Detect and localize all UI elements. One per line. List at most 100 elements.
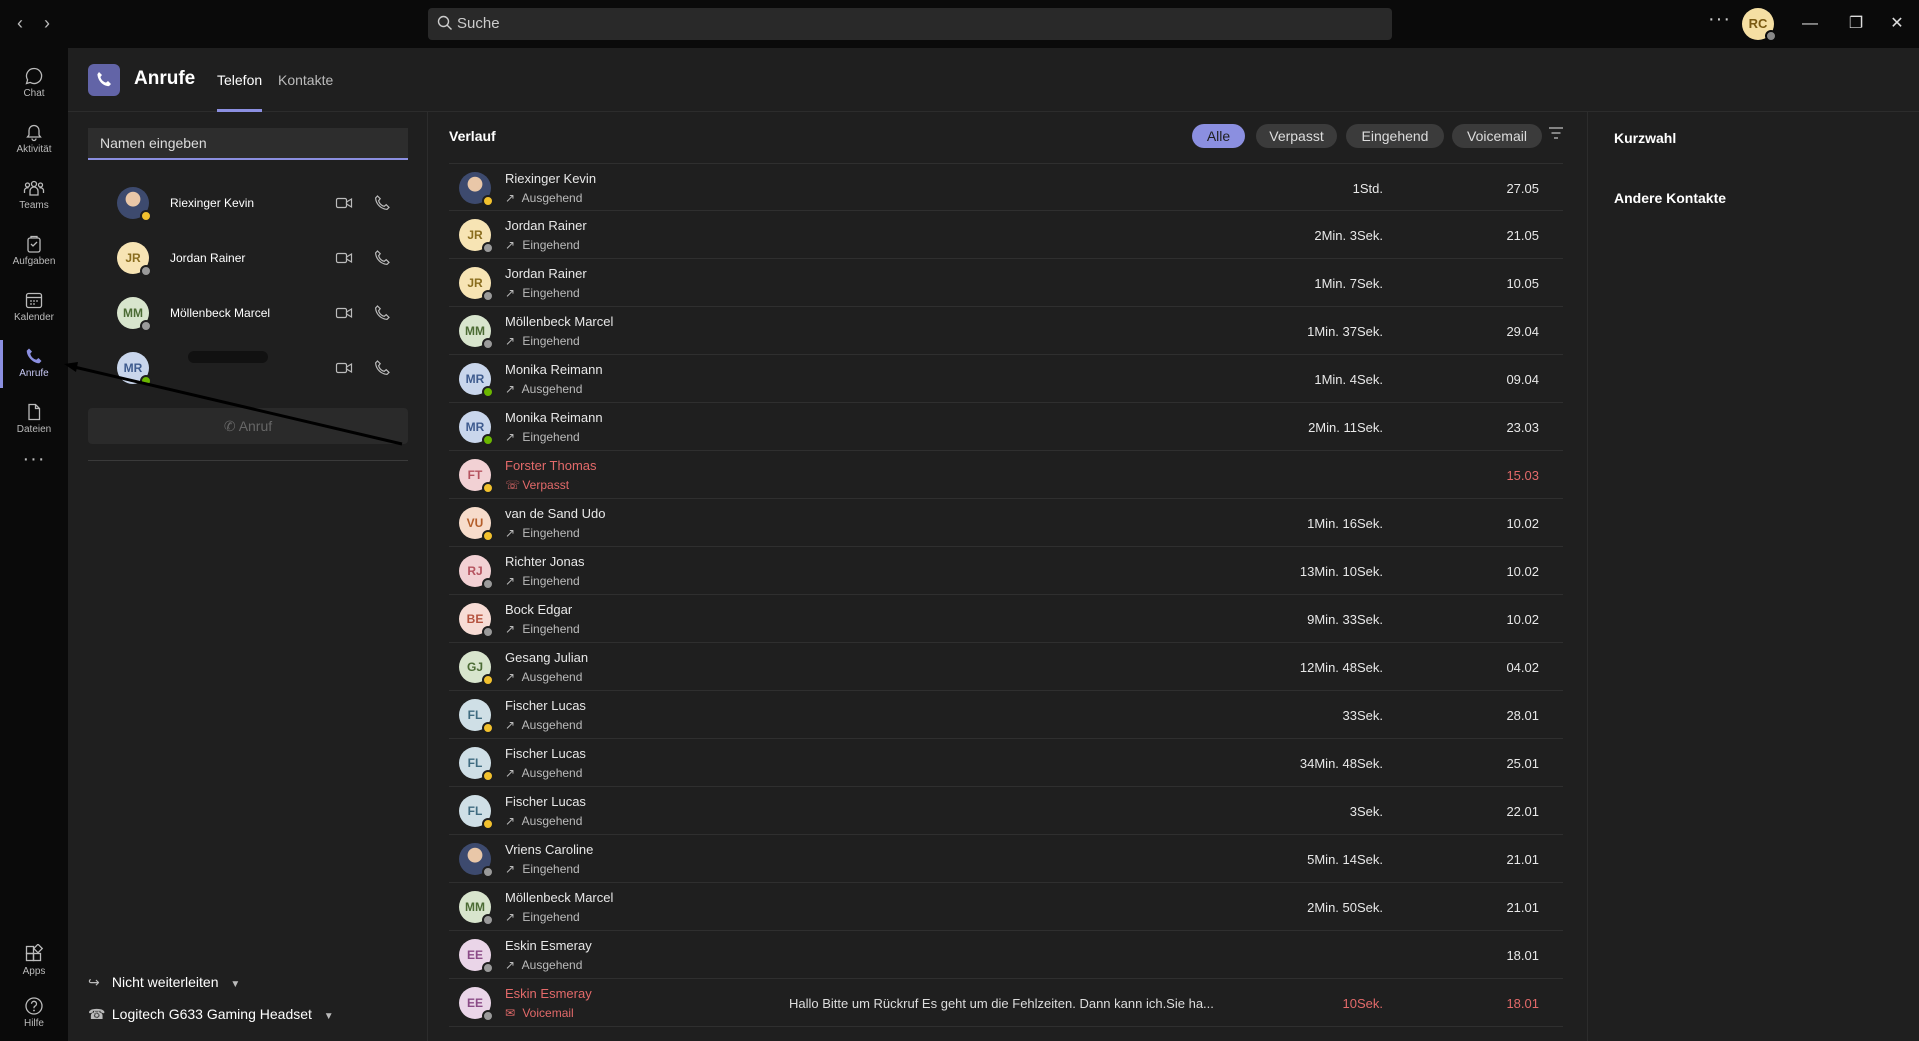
presence-dot — [482, 962, 494, 974]
speed-dial-item[interactable]: MM Möllenbeck Marcel — [88, 288, 408, 338]
avatar[interactable]: EE — [459, 987, 494, 1022]
filter-missed[interactable]: Verpasst — [1256, 124, 1337, 148]
speed-dial-item[interactable]: JR Jordan Rainer — [88, 233, 408, 283]
phone-icon[interactable] — [373, 194, 391, 212]
page-title: Anrufe — [134, 68, 196, 89]
device-selector[interactable]: ☎ Logitech G633 Gaming Headset ▼ — [88, 1006, 334, 1023]
call-duration: 9Min. 33Sek. — [1307, 612, 1383, 627]
phone-icon[interactable] — [373, 359, 391, 377]
video-call-icon[interactable] — [335, 194, 353, 212]
history-row[interactable]: Riexinger Kevin ↗ Ausgehend 1Std. 27.05 — [449, 163, 1563, 211]
rail-item-teams[interactable]: Teams — [0, 168, 68, 224]
avatar[interactable]: EE — [459, 939, 494, 974]
phone-icon[interactable] — [373, 249, 391, 267]
filter-incoming[interactable]: Eingehend — [1346, 124, 1444, 148]
rail-item-files[interactable]: Dateien — [0, 392, 68, 448]
video-call-icon[interactable] — [335, 249, 353, 267]
rail-item-apps[interactable]: Apps — [0, 934, 68, 990]
history-row[interactable]: JR Jordan Rainer ↗ Eingehend 2Min. 3Sek. 21.… — [449, 211, 1563, 259]
avatar[interactable]: BE — [459, 603, 494, 638]
history-row[interactable]: GJ Gesang Julian ↗ Ausgehend 12Min. 48Sek. 0… — [449, 643, 1563, 691]
avatar[interactable]: RJ — [459, 555, 494, 590]
forwarding-selector[interactable]: ↪ Nicht weiterleiten ▼ — [88, 974, 240, 991]
rail-item-calendar[interactable]: Kalender — [0, 280, 68, 336]
avatar[interactable]: MM — [459, 891, 494, 926]
call-type: ↗ Ausgehend — [505, 382, 582, 396]
history-row[interactable]: MM Möllenbeck Marcel ↗ Eingehend 1Min. 37Se… — [449, 307, 1563, 355]
avatar[interactable] — [459, 843, 494, 878]
call-date: 23.03 — [1506, 420, 1539, 435]
history-row[interactable]: MR Monika Reimann ↗ Eingehend 2Min. 11Sek. 2… — [449, 403, 1563, 451]
avatar[interactable]: MR — [459, 363, 494, 398]
history-row[interactable]: MR Monika Reimann ↗ Ausgehend 1Min. 4Sek. 09… — [449, 355, 1563, 403]
avatar[interactable]: GJ — [459, 651, 494, 686]
history-row[interactable]: RJ Richter Jonas ↗ Eingehend 13Min. 10Sek. 1… — [449, 547, 1563, 595]
filter-voicemail[interactable]: Voicemail — [1452, 124, 1542, 148]
avatar[interactable]: FT — [459, 459, 494, 494]
incoming-call-icon: ↗ — [505, 430, 516, 444]
user-avatar[interactable]: RC — [1742, 8, 1777, 42]
history-row[interactable]: FT Forster Thomas ☏ Verpasst 15.03 — [449, 451, 1563, 499]
speed-dial-name: Möllenbeck Marcel — [170, 306, 271, 320]
caller-name: Richter Jonas — [505, 554, 585, 569]
avatar-initials: FL — [467, 708, 483, 722]
video-call-icon[interactable] — [335, 304, 353, 322]
call-history-panel: Verlauf Alle Verpasst Eingehend Voicemai… — [428, 112, 1588, 1041]
forward-icon: ↪ — [88, 974, 100, 990]
call-type-label: Eingehend — [522, 334, 580, 348]
history-row[interactable]: MM Möllenbeck Marcel ↗ Eingehend 2Min. 50Se… — [449, 883, 1563, 931]
avatar[interactable]: JR — [459, 219, 494, 254]
avatar: MR — [117, 352, 152, 387]
history-row[interactable]: Vriens Caroline ↗ Eingehend 5Min. 14Sek. 21… — [449, 835, 1563, 883]
filter-icon[interactable] — [1548, 126, 1564, 140]
speed-dial-item[interactable]: Riexinger Kevin — [88, 178, 408, 228]
video-call-icon[interactable] — [335, 359, 353, 377]
call-type-label: Ausgehend — [521, 766, 583, 780]
avatar[interactable]: JR — [459, 267, 494, 302]
call-duration: 1Min. 4Sek. — [1314, 372, 1383, 387]
tab-telefon[interactable]: Telefon — [217, 72, 263, 112]
history-row[interactable]: FL Fischer Lucas ↗ Ausgehend 3Sek. 22.01 — [449, 787, 1563, 835]
minimize-button[interactable]: — — [1798, 12, 1822, 36]
rail-item-chat[interactable]: Chat — [0, 56, 68, 112]
avatar[interactable]: FL — [459, 699, 494, 734]
tab-kontakte[interactable]: Kontakte — [278, 72, 333, 112]
history-row[interactable]: EE Eskin Esmeray ✉ Voicemail Hallo Bitte um… — [449, 979, 1563, 1027]
avatar[interactable]: FL — [459, 747, 494, 782]
dial-panel: Riexinger Kevin JR Jordan Rainer MM Möllenbe… — [68, 112, 428, 1041]
incoming-call-icon: ↗ — [505, 286, 516, 300]
history-row[interactable]: EE Eskin Esmeray ↗ Ausgehend 18.01 — [449, 931, 1563, 979]
phone-icon[interactable] — [373, 304, 391, 322]
avatar-initials: RJ — [467, 564, 483, 578]
avatar[interactable]: MR — [459, 411, 494, 446]
avatar[interactable] — [459, 172, 494, 207]
avatar[interactable]: FL — [459, 795, 494, 830]
history-row[interactable]: FL Fischer Lucas ↗ Ausgehend 34Min. 48Sek. 2… — [449, 739, 1563, 787]
history-row[interactable]: BE Bock Edgar ↗ Eingehend 9Min. 33Sek. 10.02 — [449, 595, 1563, 643]
incoming-call-icon: ↗ — [505, 238, 516, 252]
rail-item-calls[interactable]: Anrufe — [0, 336, 68, 392]
avatar[interactable]: VU — [459, 507, 494, 542]
rail-item-tasks[interactable]: Aufgaben — [0, 224, 68, 280]
rail-item-help[interactable]: Hilfe — [0, 986, 68, 1041]
more-options-button[interactable]: ··· — [1708, 8, 1731, 31]
search-input[interactable]: Suche — [428, 8, 1392, 40]
caller-name: Monika Reimann — [505, 362, 603, 377]
avatar[interactable]: MM — [459, 315, 494, 350]
call-date: 28.01 — [1506, 708, 1539, 723]
filter-all[interactable]: Alle — [1192, 124, 1245, 148]
call-button[interactable]: ✆ Anruf — [88, 408, 408, 444]
history-row[interactable]: JR Jordan Rainer ↗ Eingehend 1Min. 7Sek. 10.… — [449, 259, 1563, 307]
close-button[interactable]: ✕ — [1885, 12, 1909, 36]
back-icon[interactable]: ‹ — [11, 14, 29, 32]
history-row[interactable]: VU van de Sand Udo ↗ Eingehend 1Min. 16Sek.… — [449, 499, 1563, 547]
call-date: 25.01 — [1506, 756, 1539, 771]
history-row[interactable]: FL Fischer Lucas ↗ Ausgehend 33Sek. 28.01 — [449, 691, 1563, 739]
rail-item-activity[interactable]: Aktivität — [0, 112, 68, 168]
speed-dial-item[interactable]: MR — [88, 343, 408, 393]
forward-icon[interactable]: › — [38, 14, 56, 32]
restore-button[interactable]: ❐ — [1844, 12, 1868, 36]
rail-more-button[interactable]: ··· — [0, 448, 68, 471]
name-search-input[interactable] — [88, 128, 408, 160]
outgoing-call-icon: ↗ — [505, 191, 516, 205]
